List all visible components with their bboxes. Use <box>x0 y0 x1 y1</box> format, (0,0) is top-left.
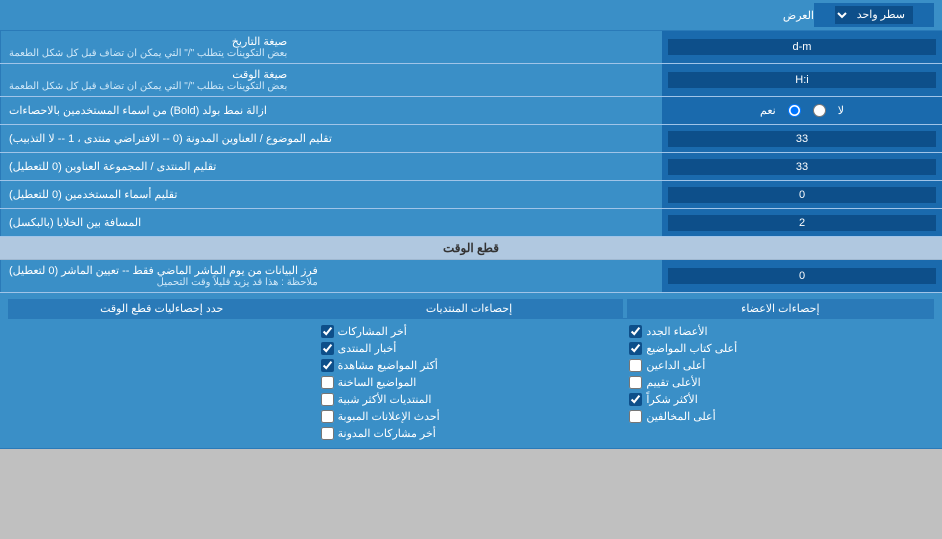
most-similar-forums-checkbox[interactable] <box>321 393 334 406</box>
col2-header: إحصاءات الاعضاء <box>627 299 934 318</box>
checkbox-item: أعلى المخالفين <box>629 408 930 425</box>
last-posts-label: أخر المشاركات <box>338 325 407 338</box>
last-posts-checkbox[interactable] <box>321 325 334 338</box>
stats-limit-column <box>8 323 317 442</box>
last-blog-posts-checkbox[interactable] <box>321 427 334 440</box>
members-new-label: الأعضاء الجدد <box>646 325 707 338</box>
date-format-row: صيغة التاريخ بعض التكوينات يتطلب "/" الت… <box>0 31 942 64</box>
forum-stats-column: أخر المشاركات أخبار المنتدى أكثر المواضي… <box>317 323 626 442</box>
bold-yes-radio[interactable] <box>788 104 801 117</box>
usernames-input[interactable] <box>668 187 936 203</box>
bold-remove-label: ازالة نمط بولد (Bold) من اسماء المستخدمي… <box>0 97 662 124</box>
cutoff-label: فرز البيانات من يوم الماشر الماضي فقط --… <box>0 260 662 292</box>
cutoff-section-header: قطع الوقت <box>0 237 942 260</box>
forum-news-label: أخبار المنتدى <box>338 342 397 355</box>
display-dropdown[interactable]: سطر واحدسطرينثلاثة أسطر <box>835 6 913 24</box>
bold-remove-radio-cell: لا نعم <box>662 97 942 124</box>
topic-titles-row: تقليم الموضوع / العناوين المدونة (0 -- ا… <box>0 125 942 153</box>
top-inviters-checkbox[interactable] <box>629 359 642 372</box>
cell-spacing-input[interactable] <box>668 215 936 231</box>
topic-titles-input[interactable] <box>668 131 936 147</box>
forum-titles-row: تقليم المنتدى / المجموعة العناوين (0 للت… <box>0 153 942 181</box>
main-container: سطر واحدسطرينثلاثة أسطر العرض صيغة التار… <box>0 0 942 449</box>
checkboxes-grid: الأعضاء الجدد أعلى كتاب المواضيع أعلى ال… <box>8 323 934 442</box>
last-blog-posts-label: أخر مشاركات المدونة <box>338 427 436 440</box>
topic-titles-label: تقليم الموضوع / العناوين المدونة (0 -- ا… <box>0 125 662 152</box>
bold-no-radio[interactable] <box>813 104 826 117</box>
cutoff-input[interactable] <box>668 268 936 284</box>
forum-titles-label: تقليم المنتدى / المجموعة العناوين (0 للت… <box>0 153 662 180</box>
checkboxes-section: إحصاءات الاعضاء إحصاءات المنتديات حدد إح… <box>0 293 942 449</box>
top-violators-label: أعلى المخالفين <box>646 410 715 423</box>
top-topic-writers-checkbox[interactable] <box>629 342 642 355</box>
checkbox-item: أكثر المواضيع مشاهدة <box>321 357 622 374</box>
checkbox-item: أخبار المنتدى <box>321 340 622 357</box>
checkbox-item: أعلى الداعين <box>629 357 930 374</box>
bold-yes-label: نعم <box>760 104 776 117</box>
top-rated-label: الأعلى تقييم <box>646 376 700 389</box>
forum-titles-input[interactable] <box>668 159 936 175</box>
bold-no-label: لا <box>838 104 844 117</box>
usernames-label: تقليم أسماء المستخدمين (0 للتعطيل) <box>0 181 662 208</box>
time-format-row: صيغة الوقت بعض التكوينات يتطلب "/" التي … <box>0 64 942 97</box>
top-label: العرض <box>8 9 814 22</box>
most-thanks-checkbox[interactable] <box>629 393 642 406</box>
checkbox-item: المواضيع الساخنة <box>321 374 622 391</box>
latest-classifieds-label: أحدث الإعلانات المبوبة <box>338 410 440 423</box>
date-format-input[interactable] <box>668 39 936 55</box>
cell-spacing-input-cell[interactable] <box>662 209 942 236</box>
top-inviters-label: أعلى الداعين <box>646 359 705 372</box>
forum-news-checkbox[interactable] <box>321 342 334 355</box>
checkbox-item: الأعضاء الجدد <box>629 323 930 340</box>
checkbox-item: المنتديات الأكثر شبية <box>321 391 622 408</box>
time-format-label: صيغة الوقت بعض التكوينات يتطلب "/" التي … <box>0 64 662 96</box>
usernames-input-cell[interactable] <box>662 181 942 208</box>
forum-titles-input-cell[interactable] <box>662 153 942 180</box>
top-row: سطر واحدسطرينثلاثة أسطر العرض <box>0 0 942 31</box>
checkbox-item: الأعلى تقييم <box>629 374 930 391</box>
cutoff-row: فرز البيانات من يوم الماشر الماضي فقط --… <box>0 260 942 293</box>
cell-spacing-label: المسافة بين الخلايا (بالبكسل) <box>0 209 662 236</box>
display-dropdown-cell[interactable]: سطر واحدسطرينثلاثة أسطر <box>814 3 934 27</box>
latest-classifieds-checkbox[interactable] <box>321 410 334 423</box>
usernames-row: تقليم أسماء المستخدمين (0 للتعطيل) <box>0 181 942 209</box>
cell-spacing-row: المسافة بين الخلايا (بالبكسل) <box>0 209 942 237</box>
top-topic-writers-label: أعلى كتاب المواضيع <box>646 342 737 355</box>
most-similar-forums-label: المنتديات الأكثر شبية <box>338 393 432 406</box>
time-format-input[interactable] <box>668 72 936 88</box>
top-rated-checkbox[interactable] <box>629 376 642 389</box>
most-viewed-label: أكثر المواضيع مشاهدة <box>338 359 438 372</box>
cutoff-input-cell[interactable] <box>662 260 942 292</box>
checkbox-item: أحدث الإعلانات المبوبة <box>321 408 622 425</box>
col1-header: إحصاءات المنتديات <box>315 299 622 318</box>
most-thanks-label: الأكثر شكراً <box>646 393 697 406</box>
checkbox-item: أخر مشاركات المدونة <box>321 425 622 442</box>
checkbox-item: أخر المشاركات <box>321 323 622 340</box>
hot-topics-checkbox[interactable] <box>321 376 334 389</box>
members-new-checkbox[interactable] <box>629 325 642 338</box>
members-stats-column: الأعضاء الجدد أعلى كتاب المواضيع أعلى ال… <box>625 323 934 442</box>
time-format-input-cell[interactable] <box>662 64 942 96</box>
checkbox-item: الأكثر شكراً <box>629 391 930 408</box>
date-format-input-cell[interactable] <box>662 31 942 63</box>
top-violators-checkbox[interactable] <box>629 410 642 423</box>
topic-titles-input-cell[interactable] <box>662 125 942 152</box>
stats-limit-header: حدد إحصاءليات قطع الوقت <box>8 299 315 318</box>
hot-topics-label: المواضيع الساخنة <box>338 376 417 389</box>
checkbox-item: أعلى كتاب المواضيع <box>629 340 930 357</box>
bold-remove-row: لا نعم ازالة نمط بولد (Bold) من اسماء ال… <box>0 97 942 125</box>
most-viewed-checkbox[interactable] <box>321 359 334 372</box>
date-format-label: صيغة التاريخ بعض التكوينات يتطلب "/" الت… <box>0 31 662 63</box>
